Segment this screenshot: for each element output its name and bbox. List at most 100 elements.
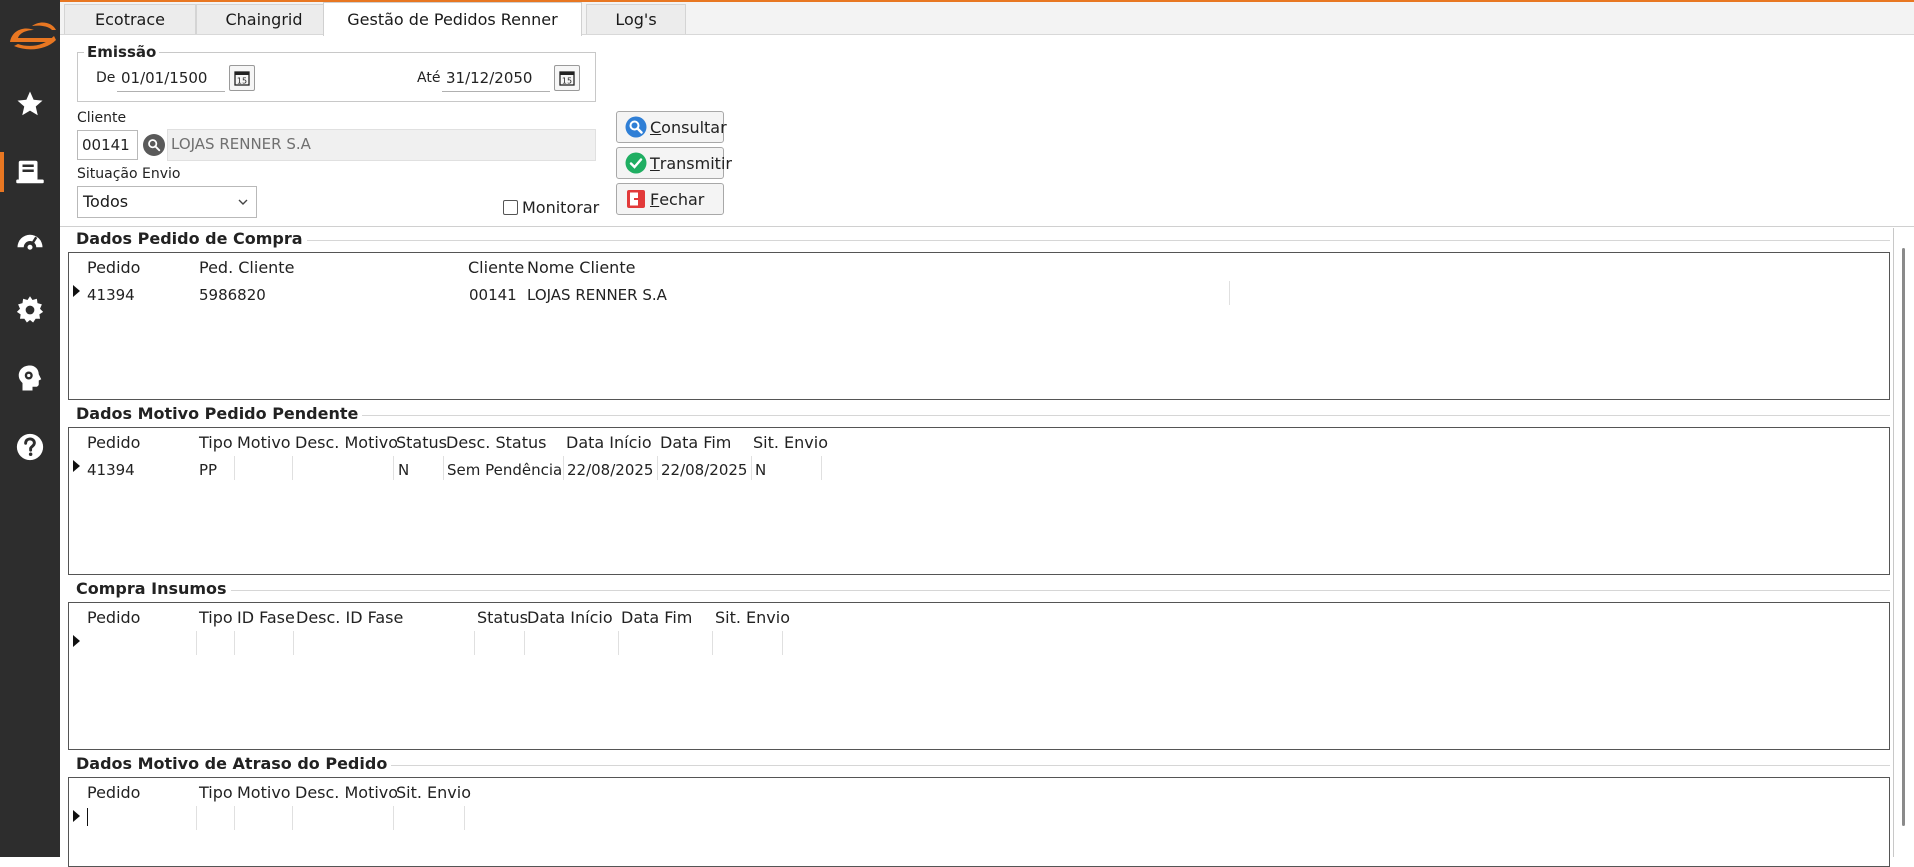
current-row-indicator	[73, 285, 80, 297]
calendar-icon: 15	[234, 71, 250, 86]
column-header[interactable]: Sit. Envio	[396, 783, 471, 802]
scrollbar-thumb[interactable]	[1902, 248, 1905, 826]
column-header[interactable]: Desc. Status	[446, 433, 546, 452]
head-gear-icon	[18, 365, 42, 391]
date-from-input[interactable]	[117, 64, 225, 92]
table-cell[interactable]: LOJAS RENNER S.A	[527, 286, 667, 304]
sidebar-item-favorites[interactable]	[0, 76, 60, 132]
table-cell[interactable]: N	[755, 461, 766, 479]
table-cell[interactable]: 41394	[87, 286, 135, 304]
transmitir-label: ransmitir	[659, 153, 732, 173]
current-row-indicator	[73, 810, 80, 822]
table-cell[interactable]: 00141	[469, 286, 517, 304]
column-header[interactable]: Ped. Cliente	[199, 258, 294, 277]
tab-ecotrace[interactable]: Ecotrace	[64, 4, 196, 34]
svg-text:15: 15	[237, 77, 247, 86]
calendar-icon: 15	[559, 71, 575, 86]
consultar-accel: C	[650, 117, 662, 137]
de-label: De	[96, 70, 116, 86]
vertical-scrollbar[interactable]	[1893, 228, 1914, 857]
filter-separator	[60, 226, 1914, 227]
column-header[interactable]: Tipo	[199, 783, 233, 802]
table-cell[interactable]: 41394	[87, 461, 135, 479]
date-from-calendar-button[interactable]: 15	[229, 65, 255, 91]
motivo-pendente-grid: Pedido Tipo Motivo Desc. Motivo Status D…	[68, 427, 1890, 575]
fechar-label: echar	[659, 189, 705, 209]
help-icon	[16, 433, 44, 461]
consultar-button[interactable]: Consultar	[616, 111, 727, 143]
column-header[interactable]: Pedido	[87, 783, 140, 802]
column-header[interactable]: Sit. Envio	[715, 608, 790, 627]
transmitir-accel: T	[650, 153, 660, 173]
table-cell[interactable]: 22/08/2025	[567, 461, 653, 479]
sidebar-item-settings[interactable]	[0, 282, 60, 338]
column-header[interactable]: Desc. ID Fase	[296, 608, 403, 627]
column-header[interactable]: Data Fim	[660, 433, 731, 452]
column-header[interactable]: Pedido	[87, 433, 140, 452]
column-header[interactable]: Pedido	[87, 258, 140, 277]
tab-gestao-pedidos-renner[interactable]: Gestão de Pedidos Renner	[323, 2, 582, 36]
exit-icon	[625, 188, 647, 210]
text-cursor	[87, 808, 88, 826]
pedido-compra-grid: Pedido Ped. Cliente Cliente Nome Cliente…	[68, 252, 1890, 400]
motivo-pendente-title: Dados Motivo Pedido Pendente	[76, 404, 363, 423]
column-header[interactable]: Nome Cliente	[527, 258, 635, 277]
app-logo	[4, 16, 58, 52]
magnifier-icon	[625, 116, 647, 138]
column-header[interactable]: ID Fase	[237, 608, 295, 627]
column-header[interactable]: Data Início	[527, 608, 613, 627]
sidebar-item-dashboard[interactable]	[0, 213, 60, 269]
date-to-calendar-button[interactable]: 15	[554, 65, 580, 91]
column-header[interactable]: Data Início	[566, 433, 652, 452]
column-header[interactable]: Data Fim	[621, 608, 692, 627]
sidebar-item-help[interactable]	[0, 419, 60, 475]
speedometer-icon	[17, 234, 43, 250]
monitorar-label: Monitorar	[522, 198, 600, 217]
svg-text:15: 15	[562, 77, 572, 86]
table-cell[interactable]: Sem Pendência	[447, 461, 562, 479]
column-header[interactable]: Status	[477, 608, 528, 627]
sidebar	[0, 0, 60, 857]
tab-chaingrid[interactable]: Chaingrid	[196, 4, 332, 34]
table-cell[interactable]: N	[398, 461, 409, 479]
column-header[interactable]: Desc. Motivo	[295, 783, 398, 802]
table-cell[interactable]: 5986820	[199, 286, 266, 304]
column-header[interactable]: Sit. Envio	[753, 433, 828, 452]
chevron-down-icon	[238, 199, 248, 205]
table-cell[interactable]: PP	[199, 461, 217, 479]
pedido-compra-title: Dados Pedido de Compra	[76, 229, 307, 248]
star-icon	[17, 91, 43, 116]
transmitir-button[interactable]: Transmitir	[616, 147, 732, 179]
monitorar-checkbox[interactable]	[503, 200, 518, 215]
column-header[interactable]: Pedido	[87, 608, 140, 627]
fechar-button[interactable]: Fechar	[616, 183, 724, 215]
situacao-envio-select[interactable]: Todos	[77, 186, 257, 218]
cliente-label: Cliente	[77, 110, 127, 126]
fechar-accel: F	[650, 189, 660, 209]
sidebar-item-orders[interactable]	[0, 144, 60, 200]
column-header[interactable]: Motivo	[237, 433, 291, 452]
emissao-legend: Emissão	[84, 43, 160, 61]
column-header[interactable]: Tipo	[199, 433, 233, 452]
sidebar-item-support[interactable]	[0, 350, 60, 406]
compra-insumos-grid: Pedido Tipo ID Fase Desc. ID Fase Status…	[68, 602, 1890, 750]
date-to-input[interactable]	[442, 64, 550, 92]
check-circle-icon	[625, 152, 647, 174]
column-header[interactable]: Tipo	[199, 608, 233, 627]
motivo-atraso-title: Dados Motivo de Atraso do Pedido	[76, 754, 392, 773]
orders-icon	[16, 160, 44, 184]
column-header[interactable]: Status	[396, 433, 447, 452]
tab-logs[interactable]: Log's	[586, 4, 686, 34]
cliente-name-field: LOJAS RENNER S.A	[167, 129, 596, 161]
current-row-indicator	[73, 635, 80, 647]
compra-insumos-title: Compra Insumos	[76, 579, 231, 598]
search-icon	[148, 139, 161, 152]
current-row-indicator	[73, 460, 80, 472]
column-header[interactable]: Motivo	[237, 783, 291, 802]
search-cliente-button[interactable]	[143, 134, 165, 156]
table-cell[interactable]: 22/08/2025	[661, 461, 747, 479]
cliente-code-input[interactable]	[77, 130, 138, 160]
column-header[interactable]: Cliente	[468, 258, 524, 277]
motivo-atraso-grid: Pedido Tipo Motivo Desc. Motivo Sit. Env…	[68, 777, 1890, 867]
column-header[interactable]: Desc. Motivo	[295, 433, 398, 452]
